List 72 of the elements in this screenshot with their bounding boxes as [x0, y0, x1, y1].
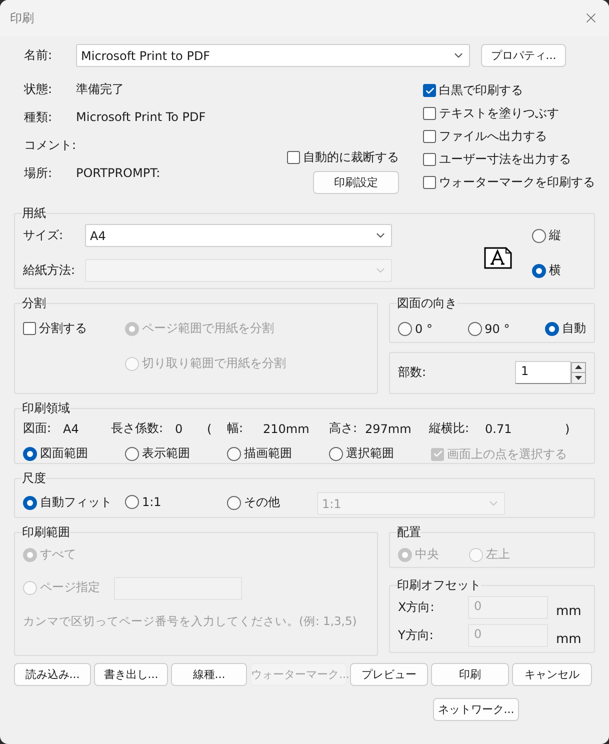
orientation-radio[interactable]: 縦: [532, 227, 561, 244]
scale-radio[interactable]: 自動フィット: [23, 494, 112, 512]
group-title: 分割: [22, 295, 46, 312]
check-icon: [424, 86, 434, 96]
info-label: 長さ係数:: [111, 420, 164, 437]
orientation-radio[interactable]: 横: [532, 262, 561, 279]
rotation-radio[interactable]: 自動: [544, 320, 586, 337]
scale-radio[interactable]: 1:1: [125, 495, 162, 509]
area-radio[interactable]: 表示範囲: [125, 445, 190, 462]
dialog-button[interactable]: 読み込み...: [14, 663, 91, 686]
field-value: Microsoft Print To PDF: [76, 110, 206, 124]
field-label: X方向:: [398, 599, 436, 616]
area-radio[interactable]: 描画範囲: [227, 445, 292, 462]
option-checkbox[interactable]: テキストを塗りつぶす: [423, 105, 595, 122]
paper-size-select[interactable]: A4: [85, 224, 392, 247]
spin-buttons[interactable]: [571, 362, 586, 384]
info-label: 縦横比:: [429, 420, 470, 437]
field-label: 種類:: [24, 108, 54, 126]
option-checkbox[interactable]: ユーザー寸法を出力する: [423, 151, 595, 168]
printer-select[interactable]: Microsoft Print to PDF: [76, 44, 470, 67]
area-radio[interactable]: 選択範囲: [329, 445, 394, 462]
group-title: 印刷範囲: [22, 524, 70, 541]
print-settings-button[interactable]: 印刷設定: [313, 171, 399, 194]
check-icon: [432, 449, 442, 460]
field-value: 準備完了: [76, 80, 124, 98]
rotation-radio[interactable]: 90 °: [468, 322, 510, 336]
info-label: 高さ:: [329, 420, 358, 437]
info-label: 図面:: [23, 420, 52, 437]
option-checkbox[interactable]: ファイルへ出力する: [423, 128, 595, 145]
info-value: 0: [175, 422, 184, 436]
info-value: 0.71: [485, 422, 513, 436]
auto-cut-checkbox[interactable]: 自動的に裁断する: [287, 149, 399, 166]
network-button[interactable]: ネットワーク...: [433, 698, 519, 721]
page-orientation-icon: [484, 246, 512, 268]
group-title: 印刷オフセット: [397, 577, 481, 594]
window-title: 印刷: [10, 10, 34, 26]
area-radio[interactable]: 図面範囲: [23, 445, 88, 462]
field-label: 状態:: [24, 80, 54, 98]
field-label: 名前:: [24, 47, 54, 64]
field-label: 給紙方法:: [23, 262, 76, 279]
copies-field[interactable]: 1: [515, 361, 571, 384]
dialog-button[interactable]: キャンセル: [512, 663, 592, 686]
dialog-button[interactable]: 書き出し...: [94, 663, 168, 686]
dialog-button[interactable]: プレビュー: [350, 663, 428, 686]
group-title: 印刷領域: [22, 400, 70, 417]
field-label: サイズ:: [23, 227, 64, 244]
dialog-button[interactable]: 線種...: [171, 663, 247, 686]
split-checkbox[interactable]: 分割する: [23, 320, 87, 337]
rotation-radio[interactable]: 0 °: [398, 322, 432, 336]
option-checkbox[interactable]: 白黒で印刷する: [423, 82, 595, 99]
info-value: 297mm: [365, 422, 412, 436]
field-label: Y方向:: [398, 627, 434, 644]
field-value: PORTPROMPT:: [76, 166, 160, 180]
group-title: 配置: [397, 524, 421, 541]
dialog-button[interactable]: 印刷: [431, 663, 509, 686]
scale-radio[interactable]: その他: [227, 494, 280, 512]
info-value: 210mm: [263, 422, 310, 436]
field-label: 場所:: [24, 164, 54, 182]
info-label: 幅:: [227, 420, 244, 437]
unit-label: mm: [556, 604, 582, 619]
group-title: 図面の向き: [397, 295, 457, 312]
hint-text: カンマで区切ってページ番号を入力してください。(例: 1,3,5): [23, 614, 358, 629]
group-title: 用紙: [22, 205, 46, 222]
parenthesis: ): [565, 422, 570, 436]
properties-button[interactable]: プロパティ...: [481, 44, 566, 67]
unit-label: mm: [556, 632, 582, 647]
field-label: コメント:: [24, 136, 76, 154]
field-label: 部数:: [398, 364, 428, 381]
option-checkbox[interactable]: ウォーターマークを印刷する: [423, 174, 595, 191]
parenthesis: (: [207, 422, 213, 436]
info-value: A4: [63, 422, 80, 436]
group-title: 尺度: [22, 470, 46, 487]
